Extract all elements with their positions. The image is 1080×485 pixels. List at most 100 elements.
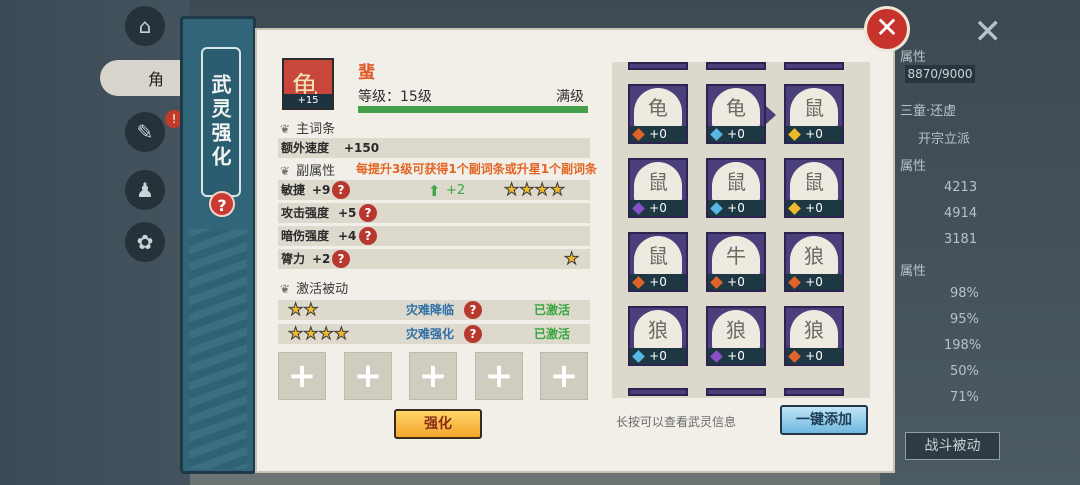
upgrade-arrow-icon: ⬆	[428, 182, 441, 200]
level-progress-fill	[358, 106, 588, 113]
sub-affix-value: +2	[312, 252, 331, 266]
material-slot[interactable]: +	[344, 352, 392, 400]
material-slot[interactable]: +	[278, 352, 326, 400]
sub-affix-label: 膂力	[281, 252, 306, 266]
spirit-portrait-icon: 狼	[790, 310, 838, 350]
spirit-card[interactable]: 牛 +0	[706, 232, 766, 292]
passive-status: 已激活	[534, 303, 571, 317]
scroll-icon: ❦	[280, 164, 291, 178]
help-icon[interactable]: ?	[209, 191, 235, 217]
spirit-card[interactable]: 鼠 +0	[784, 158, 844, 218]
sub-affix-row: 膂力 +2 ? ★	[278, 249, 590, 270]
stat-row: 开宗立派	[918, 132, 971, 147]
stat-row: 71%	[950, 390, 979, 405]
stat-row: 3181	[944, 232, 978, 247]
spirit-card[interactable]: 狼 +0	[628, 306, 688, 366]
main-affix-row: 额外速度 +150	[278, 138, 590, 158]
star-rating: ★★★★	[503, 180, 565, 201]
spirit-portrait-icon: 鼠	[712, 162, 760, 202]
stat-row: 95%	[950, 312, 979, 327]
spirit-card[interactable]: 龟 +0	[628, 84, 688, 144]
spirit-card[interactable]: 龟 +0	[706, 84, 776, 144]
brush-icon[interactable]: ✎	[125, 112, 165, 152]
spirit-card-partial[interactable]	[706, 62, 766, 70]
star-rating: ★★★★	[287, 324, 349, 345]
spirit-card[interactable]: 鼠 +0	[628, 232, 688, 292]
sub-affix-section: ❦ 副属性	[280, 164, 336, 179]
spirit-card[interactable]: 鼠 +0	[784, 84, 844, 144]
help-icon[interactable]: ?	[359, 204, 377, 222]
passive-row: ★★ 灾难降临 ? 已激活	[278, 300, 590, 321]
stat-row: 4213	[944, 180, 978, 195]
passive-section: ❦ 激活被动	[280, 282, 349, 297]
spirit-card-partial[interactable]	[706, 388, 766, 396]
spirit-card-partial[interactable]	[628, 388, 688, 396]
spirit-level: 等级：15级	[358, 89, 432, 105]
strengthen-button[interactable]: 强化	[394, 409, 482, 439]
spirit-card[interactable]: 狼 +0	[706, 306, 766, 366]
spirit-grid[interactable]: 龟 +0 龟 +0 鼠 +0 鼠 +0 鼠 +0 鼠 +0 鼠 +0 牛 +0 狼 +0 狼 +0 狼 +0 狼 +0	[612, 62, 870, 398]
battle-passive-button[interactable]: 战斗被动	[905, 432, 1000, 460]
sub-affix-label: 攻击强度	[281, 206, 330, 220]
scroll-icon: ❦	[280, 282, 291, 296]
help-icon[interactable]: ?	[332, 181, 350, 199]
close-icon[interactable]: ✕	[864, 6, 910, 52]
spirit-card[interactable]: 鼠 +0	[706, 158, 766, 218]
star-rating: ★	[563, 249, 580, 270]
help-icon[interactable]: ?	[464, 325, 482, 343]
main-affix-label: 额外速度	[281, 141, 330, 155]
sub-affix-label: 暗伤强度	[281, 229, 330, 243]
main-affix-section: ❦ 主词条	[280, 122, 336, 137]
creature-icon[interactable]: ✿	[125, 222, 165, 262]
stat-row: 4914	[944, 206, 978, 221]
background-tab-label: 角	[148, 70, 165, 89]
help-icon[interactable]: ?	[359, 227, 377, 245]
stat-row: 198%	[944, 338, 982, 353]
spirit-portrait-icon: 狼	[634, 310, 682, 350]
passive-status: 已激活	[534, 327, 571, 341]
spirit-card[interactable]: 鼠 +0	[628, 158, 688, 218]
spirit-portrait-icon: 狼	[712, 310, 760, 350]
add-all-button[interactable]: 一键添加	[780, 405, 868, 435]
passive-row: ★★★★ 灾难强化 ? 已激活	[278, 324, 590, 345]
spirit-portrait-icon: 鼠	[634, 236, 682, 276]
bell-icon[interactable]: ♟	[125, 170, 165, 210]
sub-affix-label: 敏捷	[281, 183, 306, 197]
passive-name: 灾难强化	[406, 327, 455, 341]
help-icon[interactable]: ?	[332, 250, 350, 268]
max-level-label: 满级	[556, 89, 584, 105]
stat-value-bar: 8870/9000	[905, 65, 975, 83]
spirit-portrait-icon: 鼠	[634, 162, 682, 202]
material-slot[interactable]: +	[409, 352, 457, 400]
stat-row: 属性	[900, 159, 927, 174]
banner-decoration	[189, 229, 247, 469]
spirit-card[interactable]: 狼 +0	[784, 306, 844, 366]
material-slot[interactable]: +	[540, 352, 588, 400]
home-icon[interactable]: ⌂	[125, 6, 165, 46]
sub-affix-hint: 每提升3级可获得1个副词条或升星1个副词条	[356, 162, 598, 176]
stat-row: 50%	[950, 364, 979, 379]
title-banner: 武灵强化 ?	[180, 16, 256, 474]
spirit-card-partial[interactable]	[628, 62, 688, 70]
spirit-portrait-icon: 鼠	[790, 88, 838, 128]
help-icon[interactable]: ?	[464, 301, 482, 319]
spirit-portrait-icon: 龟	[634, 88, 682, 128]
sub-affix-value: +4	[338, 229, 357, 243]
star-rating: ★★	[287, 300, 319, 321]
material-slot[interactable]: +	[475, 352, 523, 400]
sub-affix-value: +9	[312, 183, 331, 197]
spirit-card[interactable]: 狼 +0	[784, 232, 844, 292]
level-progress-bar	[358, 106, 588, 113]
spirit-name: 蜚	[358, 63, 375, 83]
sub-affix-row: 攻击强度 +5 ?	[278, 203, 590, 223]
spirit-portrait-icon: 牛	[712, 236, 760, 276]
main-affix-value: +150	[344, 141, 380, 155]
long-press-hint: 长按可以查看武灵信息	[616, 415, 737, 429]
scroll-icon: ❦	[280, 122, 291, 136]
banner-title: 武灵强化	[201, 47, 241, 197]
spirit-avatar[interactable]: 龟 +15	[282, 58, 334, 110]
stat-row: 属性	[900, 264, 927, 279]
spirit-card-partial[interactable]	[784, 388, 844, 396]
sub-affix-row: 暗伤强度 +4 ?	[278, 226, 590, 246]
spirit-card-partial[interactable]	[784, 62, 844, 70]
